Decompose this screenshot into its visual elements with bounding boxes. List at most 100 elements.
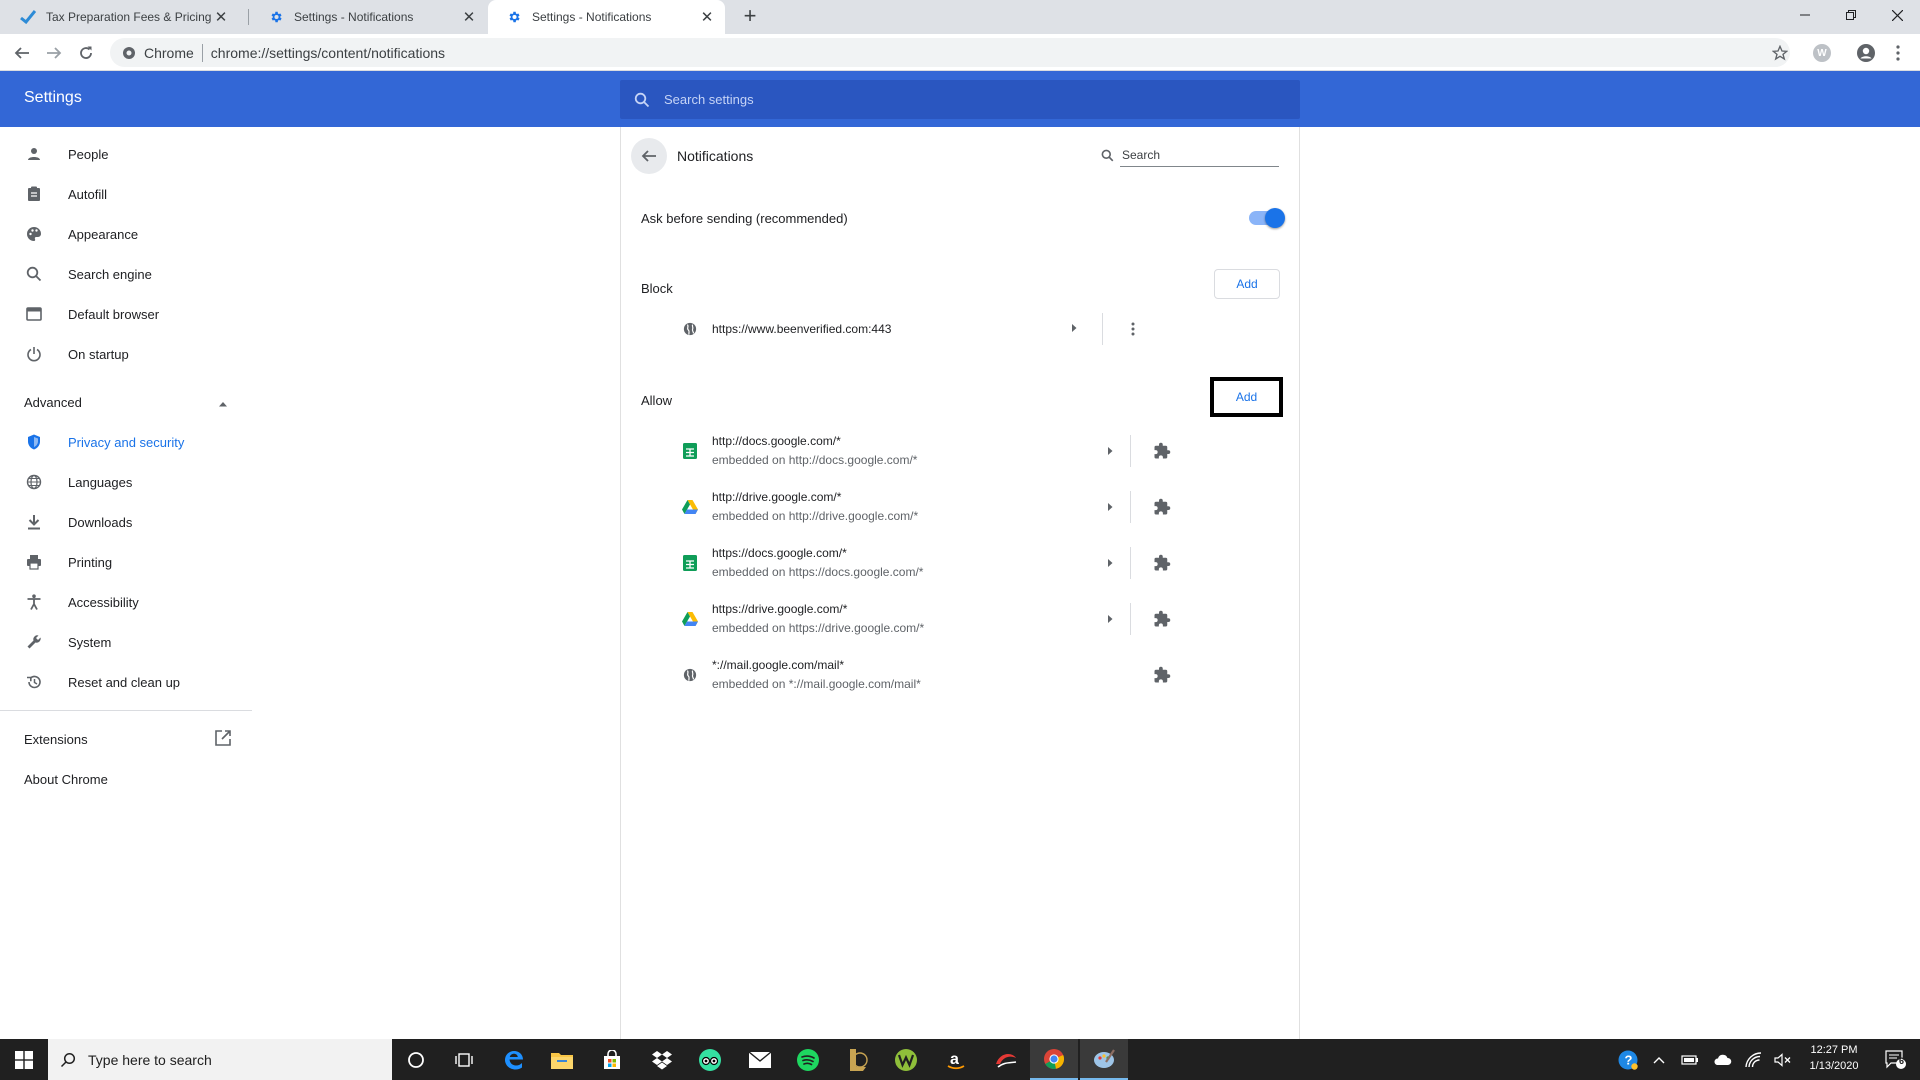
allow-add-button[interactable]: Add: [1210, 377, 1283, 417]
sidebar-item-label: About Chrome: [24, 771, 108, 787]
row-separator: [1130, 547, 1131, 579]
taskbar-tripadvisor[interactable]: [686, 1039, 734, 1080]
profile-button[interactable]: [1852, 39, 1880, 67]
taskbar-w-app[interactable]: [882, 1039, 930, 1080]
arrow-right-icon[interactable]: [1104, 501, 1116, 513]
puzzle-extension-icon: [1152, 665, 1172, 685]
back-arrow-button[interactable]: [631, 138, 667, 174]
sidebar-item-default-browser[interactable]: Default browser: [0, 294, 252, 334]
sidebar-item-on-startup[interactable]: On startup: [0, 334, 252, 374]
taskbar-mail[interactable]: [736, 1039, 784, 1080]
sidebar-item-privacy-and-security[interactable]: Privacy and security: [0, 422, 252, 462]
taskbar-chrome[interactable]: [1030, 1039, 1078, 1080]
arrow-right-icon[interactable]: [1104, 557, 1116, 569]
allowed-site-row[interactable]: *://mail.google.com/mail* embedded on *:…: [641, 647, 1281, 703]
block-add-button[interactable]: Add: [1214, 269, 1280, 299]
arrow-right-icon[interactable]: [1071, 323, 1077, 333]
tab-settings-notifications-active[interactable]: Settings - Notifications ✕: [488, 0, 725, 34]
close-tab-icon[interactable]: ✕: [699, 8, 715, 26]
sidebar-item-label: People: [68, 146, 109, 162]
taskbar-clock[interactable]: 12:27 PM 1/13/2020: [1796, 1042, 1872, 1074]
restore-button[interactable]: [1828, 0, 1874, 30]
sidebar-item-about-chrome[interactable]: About Chrome: [0, 759, 252, 799]
reload-icon: [80, 46, 92, 59]
sidebar-item-label: Downloads: [68, 514, 133, 530]
chrome-menu-button[interactable]: [1884, 39, 1912, 67]
start-button[interactable]: [0, 1039, 48, 1080]
download-icon: [24, 512, 44, 532]
address-bar[interactable]: Chrome chrome://settings/content/notific…: [110, 38, 1790, 67]
allowed-site-row[interactable]: http://drive.google.com/* embedded on ht…: [641, 479, 1281, 535]
tray-onedrive[interactable]: [1708, 1039, 1736, 1080]
row-separator: [1130, 435, 1131, 467]
taskbar-dropbox[interactable]: [638, 1039, 686, 1080]
search-settings-placeholder: Search settings: [664, 92, 754, 107]
block-section-label: Block: [641, 281, 673, 296]
taskbar-amazon[interactable]: a: [932, 1039, 980, 1080]
sidebar-item-accessibility[interactable]: Accessibility: [0, 582, 252, 622]
url-text[interactable]: chrome://settings/content/notifications: [211, 45, 445, 61]
sidebar-item-languages[interactable]: Languages: [0, 462, 252, 502]
reload-button[interactable]: [72, 39, 100, 67]
palette-icon: [24, 224, 44, 244]
taskbar-file-explorer[interactable]: [538, 1039, 586, 1080]
arrow-right-icon[interactable]: [1104, 445, 1116, 457]
sidebar-item-people[interactable]: People: [0, 134, 252, 174]
more-vert-icon[interactable]: [1121, 317, 1145, 341]
site-search-input[interactable]: [1120, 143, 1279, 167]
new-tab-button[interactable]: +: [738, 5, 762, 29]
sidebar-item-printing[interactable]: Printing: [0, 542, 252, 582]
sidebar-item-appearance[interactable]: Appearance: [0, 214, 252, 254]
wrench-icon: [24, 632, 44, 652]
tab-settings-notifications[interactable]: Settings - Notifications ✕: [250, 0, 487, 34]
sheets-icon: [682, 443, 698, 459]
search-settings-input[interactable]: Search settings: [620, 80, 1300, 119]
tray-volume[interactable]: [1770, 1039, 1796, 1080]
tab-title: Settings - Notifications: [294, 10, 414, 24]
tray-show-hidden-button[interactable]: [1648, 1039, 1670, 1080]
arrow-right-icon[interactable]: [1104, 613, 1116, 625]
tray-network[interactable]: [1740, 1039, 1768, 1080]
allowed-site-row[interactable]: https://drive.google.com/* embedded on h…: [641, 591, 1281, 647]
taskbar-paint-app[interactable]: [1080, 1039, 1128, 1080]
advanced-section-toggle[interactable]: Advanced: [0, 382, 252, 422]
taskbar-edge[interactable]: [490, 1039, 538, 1080]
allowed-site-row[interactable]: http://docs.google.com/* embedded on htt…: [641, 423, 1281, 479]
sidebar-item-search-engine[interactable]: Search engine: [0, 254, 252, 294]
turbotax-check-icon: [20, 9, 36, 25]
tray-battery[interactable]: [1676, 1039, 1704, 1080]
cortana-button[interactable]: [392, 1039, 440, 1080]
close-tab-icon[interactable]: ✕: [213, 8, 229, 26]
sidebar-item-extensions[interactable]: Extensions: [0, 719, 252, 759]
taskbar-search-box[interactable]: Type here to search: [48, 1039, 392, 1080]
sidebar-item-label: Autofill: [68, 186, 108, 202]
extension-w-button[interactable]: W: [1808, 39, 1836, 67]
sidebar-item-autofill[interactable]: Autofill: [0, 174, 252, 214]
forward-button[interactable]: [40, 39, 68, 67]
back-button[interactable]: [8, 39, 36, 67]
sidebar-item-system[interactable]: System: [0, 622, 252, 662]
wifi-icon: [1745, 1051, 1762, 1067]
allowed-site-row[interactable]: https://docs.google.com/* embedded on ht…: [641, 535, 1281, 591]
taskbar-spotify[interactable]: [784, 1039, 832, 1080]
taskbar-microsoft-store[interactable]: [588, 1039, 636, 1080]
close-window-button[interactable]: [1874, 0, 1920, 30]
tray-help-button[interactable]: ?: [1614, 1039, 1642, 1080]
minimize-button[interactable]: [1782, 0, 1828, 30]
sidebar-item-reset-and-clean-up[interactable]: Reset and clean up: [0, 662, 252, 702]
allowed-site-url: http://docs.google.com/*: [712, 434, 841, 448]
person-icon: [24, 144, 44, 164]
settings-title: Settings: [24, 89, 82, 106]
task-view-button[interactable]: [440, 1039, 488, 1080]
close-tab-icon[interactable]: ✕: [461, 8, 477, 26]
allowed-site-url: *://mail.google.com/mail*: [712, 658, 845, 672]
ask-before-sending-row: Ask before sending (recommended): [641, 203, 1285, 233]
taskbar-league-of-legends[interactable]: [834, 1039, 882, 1080]
bookmark-star-button[interactable]: [1766, 39, 1794, 67]
ask-before-sending-toggle[interactable]: [1249, 208, 1285, 228]
blocked-site-row[interactable]: https://www.beenverified.com:443: [641, 309, 1281, 349]
tray-action-center[interactable]: 6: [1876, 1039, 1916, 1080]
sidebar-item-downloads[interactable]: Downloads: [0, 502, 252, 542]
taskbar-red-app[interactable]: [982, 1039, 1030, 1080]
tab-tax-preparation[interactable]: Tax Preparation Fees & Pricing O ✕: [2, 0, 239, 34]
